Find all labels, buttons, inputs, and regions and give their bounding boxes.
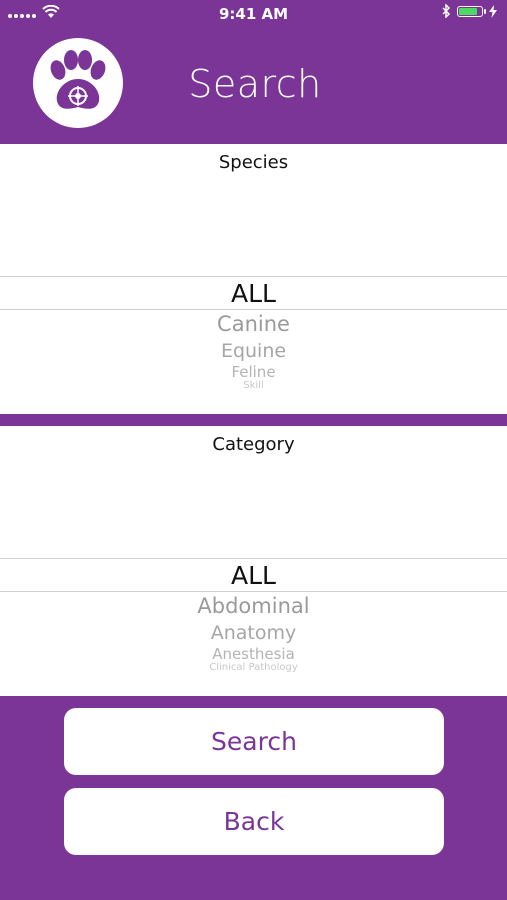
category-option[interactable]: Anesthesia [0, 645, 507, 663]
status-bar: 9:41 AM [0, 0, 507, 28]
category-option[interactable]: Anatomy [0, 622, 507, 644]
header: Search [0, 28, 507, 144]
category-picker[interactable]: Category ALL Abdominal Anatomy Anesthesi… [0, 426, 507, 696]
species-picker[interactable]: Species ALL Canine Equine Feline Skill [0, 144, 507, 414]
category-label: Category [212, 434, 295, 455]
status-time: 9:41 AM [218, 5, 289, 23]
app-logo [33, 38, 123, 128]
category-selected-option[interactable]: ALL [0, 560, 507, 592]
category-option[interactable]: Abdominal [0, 594, 507, 618]
battery-icon [457, 5, 486, 17]
page-title: Search [188, 62, 322, 106]
search-button[interactable]: Search [64, 708, 444, 775]
paw-icon [50, 50, 106, 109]
species-option[interactable]: Feline [0, 363, 507, 381]
species-label: Species [218, 152, 289, 173]
species-option[interactable]: Canine [0, 312, 507, 336]
category-option[interactable]: Clinical Pathology [0, 662, 507, 673]
species-selected-option[interactable]: ALL [0, 278, 507, 310]
bluetooth-icon [442, 4, 451, 18]
selection-divider-top [0, 558, 507, 559]
status-right [442, 4, 497, 18]
species-option[interactable]: Skill [0, 380, 507, 391]
selection-divider-top [0, 276, 507, 277]
charging-bolt-icon [489, 4, 497, 18]
back-button[interactable]: Back [64, 788, 444, 855]
species-option[interactable]: Equine [0, 340, 507, 362]
